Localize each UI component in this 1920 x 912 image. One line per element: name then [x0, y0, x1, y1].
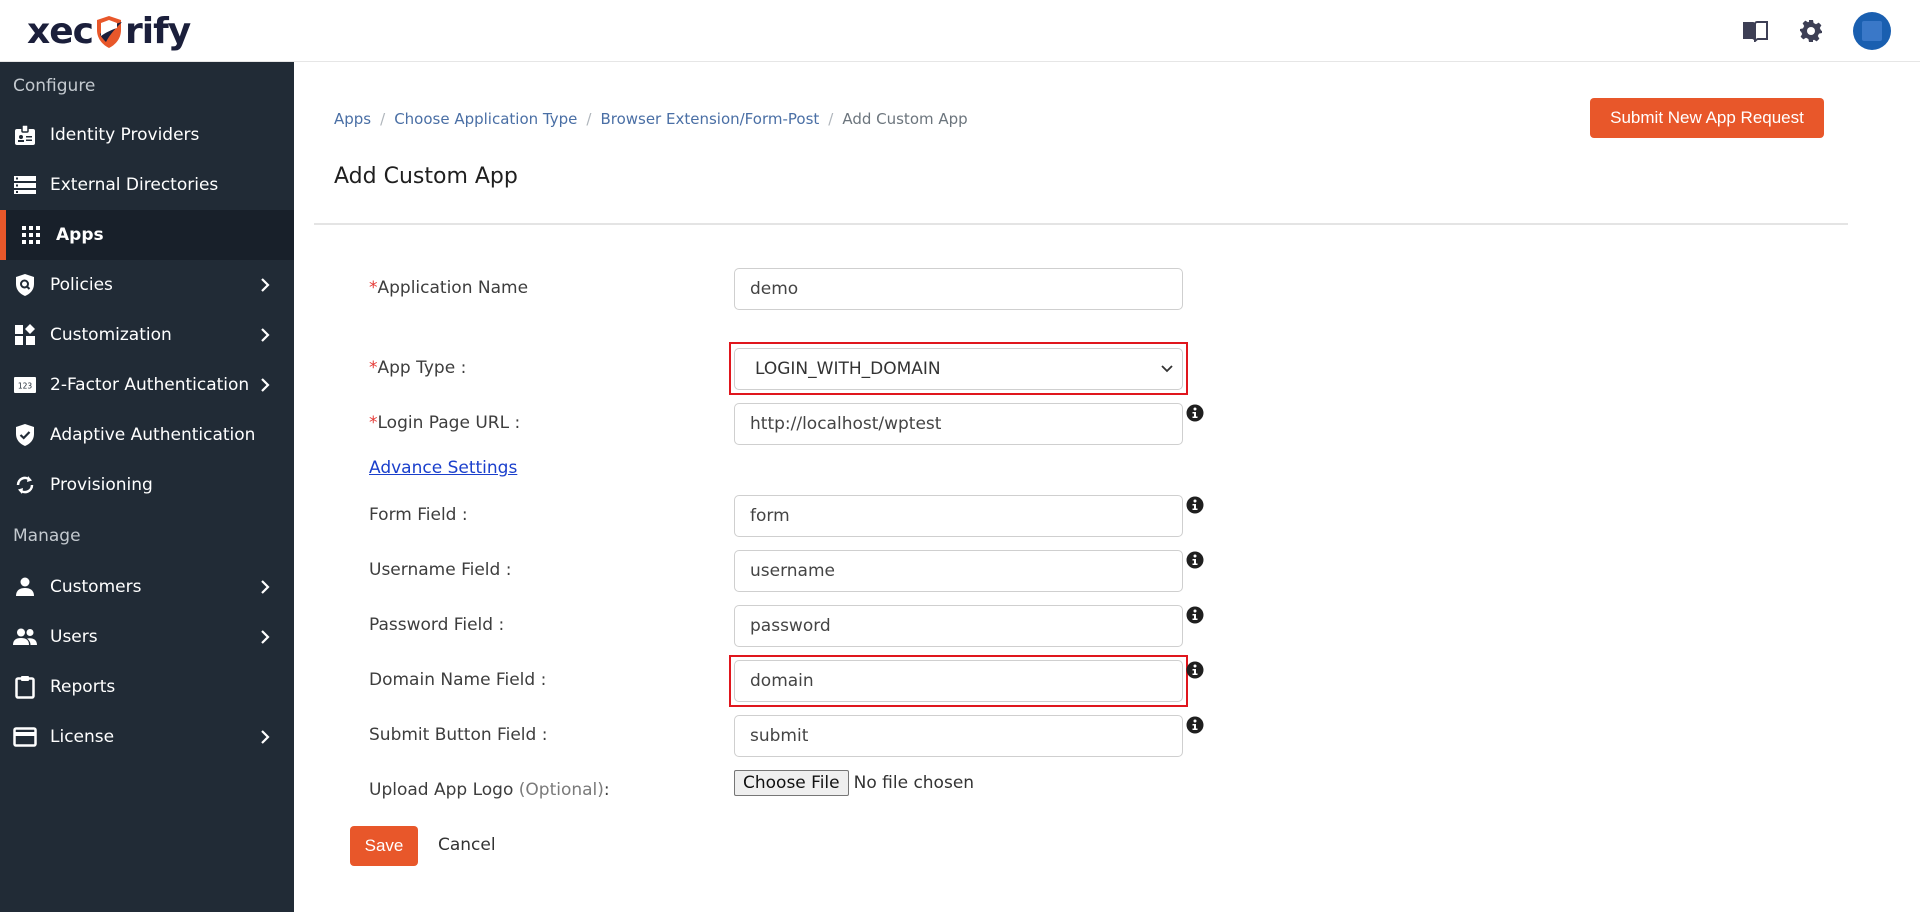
choose-file-button[interactable]: Choose File	[734, 770, 849, 796]
form-field-label: Form Field :	[369, 505, 468, 525]
info-icon[interactable]	[1186, 404, 1204, 422]
breadcrumb-apps[interactable]: Apps	[334, 110, 371, 128]
svg-text:123: 123	[18, 382, 33, 391]
id-badge-icon	[13, 123, 37, 147]
main-content: Apps / Choose Application Type / Browser…	[294, 62, 1920, 912]
123-icon: 123	[13, 373, 37, 397]
gear-icon[interactable]	[1797, 17, 1825, 45]
sidebar-section-configure: Configure	[0, 62, 294, 110]
credit-card-icon	[13, 725, 37, 749]
login-page-url-input[interactable]	[734, 403, 1183, 445]
app-type-select[interactable]: LOGIN_WITH_DOMAIN	[734, 348, 1183, 390]
sidebar-item-label: Adaptive Authentication	[50, 425, 255, 445]
domain-name-field-label: Domain Name Field :	[369, 670, 546, 690]
sidebar-item-label: Users	[50, 627, 98, 647]
widgets-icon	[13, 323, 37, 347]
sidebar-item-identity-providers[interactable]: Identity Providers	[0, 110, 294, 160]
chevron-right-icon	[258, 328, 272, 342]
upload-logo-label: Upload App Logo (Optional):	[369, 780, 610, 800]
submit-button-field-input[interactable]	[734, 715, 1183, 757]
file-status: No file chosen	[854, 773, 974, 793]
people-icon	[13, 625, 37, 649]
sidebar-item-label: 2-Factor Authentication	[50, 375, 249, 395]
info-icon[interactable]	[1186, 496, 1204, 514]
sidebar-item-label: Customers	[50, 577, 141, 597]
username-field-input[interactable]	[734, 550, 1183, 592]
password-field-label: Password Field :	[369, 615, 504, 635]
top-bar: xec rify	[0, 0, 1920, 62]
chevron-right-icon	[258, 630, 272, 644]
info-icon[interactable]	[1186, 606, 1204, 624]
avatar[interactable]	[1853, 12, 1891, 50]
page-title: Add Custom App	[334, 164, 518, 189]
sidebar-item-customers[interactable]: Customers	[0, 562, 294, 612]
book-icon[interactable]	[1741, 17, 1769, 45]
sidebar-item-label: Apps	[56, 225, 104, 245]
sidebar-item-label: External Directories	[50, 175, 218, 195]
info-icon[interactable]	[1186, 551, 1204, 569]
save-button[interactable]: Save	[350, 826, 418, 866]
password-field-input[interactable]	[734, 605, 1183, 647]
breadcrumb-current: Add Custom App	[842, 110, 967, 128]
logo-text-suffix: rify	[125, 11, 190, 52]
file-upload: Choose File No file chosen	[734, 770, 974, 796]
sidebar-item-label: Identity Providers	[50, 125, 199, 145]
advance-settings-link[interactable]: Advance Settings	[369, 458, 517, 478]
submit-button-field-label: Submit Button Field :	[369, 725, 547, 745]
sidebar-section-manage: Manage	[0, 510, 294, 562]
sidebar-item-adaptive-authentication[interactable]: Adaptive Authentication	[0, 410, 294, 460]
info-icon[interactable]	[1186, 716, 1204, 734]
sidebar-item-external-directories[interactable]: External Directories	[0, 160, 294, 210]
divider	[314, 223, 1848, 225]
application-name-label: *Application Name	[369, 278, 528, 298]
sidebar-item-label: Policies	[50, 275, 113, 295]
submit-new-app-request-button[interactable]: Submit New App Request	[1590, 98, 1824, 138]
logo-text-prefix: xec	[27, 11, 93, 52]
info-icon[interactable]	[1186, 661, 1204, 679]
breadcrumb-browser-extension[interactable]: Browser Extension/Form-Post	[600, 110, 819, 128]
domain-name-field-input[interactable]	[734, 660, 1183, 702]
application-name-input[interactable]	[734, 268, 1183, 310]
clipboard-icon	[13, 675, 37, 699]
login-page-url-label: *Login Page URL :	[369, 413, 520, 433]
breadcrumb-choose-application-type[interactable]: Choose Application Type	[394, 110, 577, 128]
server-list-icon	[13, 173, 37, 197]
chevron-right-icon	[258, 278, 272, 292]
sidebar-item-apps[interactable]: Apps	[0, 210, 294, 260]
sidebar-item-customization[interactable]: Customization	[0, 310, 294, 360]
username-field-label: Username Field :	[369, 560, 511, 580]
grid-icon	[19, 223, 43, 247]
sidebar-item-label: Customization	[50, 325, 172, 345]
chevron-right-icon	[258, 580, 272, 594]
breadcrumb: Apps / Choose Application Type / Browser…	[334, 110, 968, 128]
shield-search-icon	[13, 273, 37, 297]
chevron-right-icon	[258, 378, 272, 392]
form-field-input[interactable]	[734, 495, 1183, 537]
sidebar-item-provisioning[interactable]: Provisioning	[0, 460, 294, 510]
app-type-value: LOGIN_WITH_DOMAIN	[755, 359, 941, 379]
shield-logo-icon	[94, 14, 124, 50]
cancel-link[interactable]: Cancel	[438, 835, 496, 855]
sidebar-item-license[interactable]: License	[0, 712, 294, 762]
chevron-right-icon	[258, 730, 272, 744]
chevron-down-icon	[1160, 362, 1174, 376]
breadcrumb-separator: /	[586, 110, 591, 128]
app-type-label: *App Type :	[369, 358, 466, 378]
breadcrumb-separator: /	[828, 110, 833, 128]
sidebar-item-label: Provisioning	[50, 475, 153, 495]
sidebar-item-users[interactable]: Users	[0, 612, 294, 662]
sync-icon	[13, 473, 37, 497]
sidebar: Configure Identity Providers External Di…	[0, 62, 294, 912]
sidebar-item-2fa[interactable]: 123 2-Factor Authentication	[0, 360, 294, 410]
sidebar-item-policies[interactable]: Policies	[0, 260, 294, 310]
sidebar-item-reports[interactable]: Reports	[0, 662, 294, 712]
breadcrumb-separator: /	[380, 110, 385, 128]
sidebar-item-label: License	[50, 727, 114, 747]
person-icon	[13, 575, 37, 599]
sidebar-item-label: Reports	[50, 677, 115, 697]
shield-check-icon	[13, 423, 37, 447]
xecurify-logo[interactable]: xec rify	[27, 8, 190, 54]
